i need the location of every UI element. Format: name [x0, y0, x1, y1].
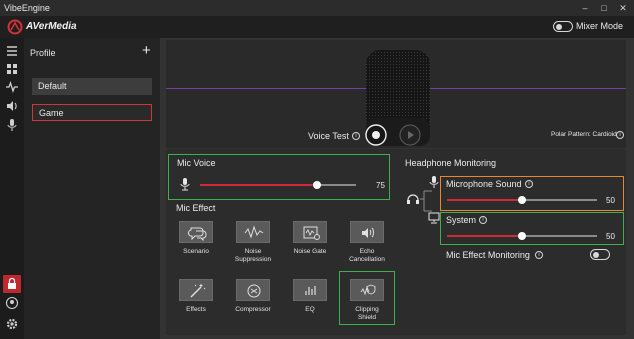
- effect-noise-gate[interactable]: Noise Gate: [280, 221, 340, 256]
- polar-pattern-info-icon[interactable]: i: [616, 131, 624, 139]
- system-info-icon[interactable]: i: [479, 216, 487, 224]
- compressor-icon: [247, 284, 261, 298]
- mic-voice-slider[interactable]: [200, 181, 356, 189]
- speaker-icon[interactable]: [3, 97, 21, 115]
- headphones-icon: [407, 194, 419, 204]
- microphone-sound-info-icon[interactable]: i: [525, 180, 533, 188]
- headphone-monitoring-label: Headphone Monitoring: [405, 158, 497, 168]
- profile-panel: Profile + Default Game: [24, 38, 160, 339]
- system-slider[interactable]: [447, 232, 597, 240]
- voice-test-info-icon[interactable]: i: [352, 132, 360, 140]
- mic-preview: Voice Test i Polar Pattern: Cardioid i: [166, 40, 626, 148]
- maximize-button[interactable]: □: [597, 1, 611, 15]
- mic-effect-monitoring-toggle[interactable]: [590, 249, 610, 260]
- effect-clipping-shield[interactable]: Clipping Shield: [337, 279, 397, 322]
- effect-scenario-label: Scenario: [183, 248, 209, 255]
- mic-small-icon: [429, 176, 439, 188]
- add-profile-button[interactable]: +: [142, 42, 151, 59]
- profile-item-default[interactable]: Default: [32, 78, 152, 95]
- dashboard-icon[interactable]: [3, 60, 21, 78]
- title-bar: VibeEngine – □ ✕: [0, 0, 634, 16]
- effect-compressor-label: Compressor: [235, 306, 271, 313]
- profile-item-game[interactable]: Game: [32, 104, 152, 121]
- effect-clipping-shield-label: Clipping Shield: [355, 306, 379, 321]
- gear-icon[interactable]: [3, 315, 21, 333]
- controls-panel: Mic Voice 75 Mic Effect Scenario Noise S…: [166, 149, 626, 335]
- effect-eq[interactable]: EQ: [280, 279, 340, 314]
- brand-bar: AVerMedia: [0, 16, 634, 38]
- scenario-icon: [187, 227, 207, 242]
- effect-noise-suppression-label: Noise Suppression: [234, 248, 272, 263]
- avermedia-logo-icon: [7, 19, 23, 35]
- mic-effect-monitoring-label: Mic Effect Monitoring: [446, 250, 530, 260]
- echo-cancellation-icon: [362, 227, 374, 238]
- effect-echo-cancellation-label: Echo Cancellation: [349, 248, 385, 263]
- mic-effect-monitoring-info-icon[interactable]: i: [535, 251, 543, 259]
- microphone-sound-value: 50: [606, 196, 615, 205]
- account-icon[interactable]: [3, 294, 21, 312]
- mic-voice-value: 75: [376, 181, 385, 190]
- effect-echo-cancellation[interactable]: Echo Cancellation: [337, 221, 397, 264]
- mic-settings-icon[interactable]: [3, 116, 21, 134]
- microphone-sound-slider[interactable]: [447, 196, 597, 204]
- mixer-mode-label: Mixer Mode: [576, 21, 624, 31]
- mic-effect-label: Mic Effect: [176, 203, 216, 213]
- record-button[interactable]: [365, 124, 387, 146]
- effect-effects[interactable]: Effects: [166, 279, 226, 314]
- waveform-icon[interactable]: [3, 78, 21, 96]
- nav-rail: [0, 38, 24, 339]
- effect-noise-suppression[interactable]: Noise Suppression: [223, 221, 283, 264]
- magic-wand-icon: [190, 284, 206, 298]
- effect-compressor[interactable]: Compressor: [223, 279, 283, 314]
- routing-bracket-icon: [420, 190, 432, 212]
- system-value: 50: [606, 232, 615, 241]
- noise-gate-icon: [303, 226, 320, 240]
- monitor-icon: [428, 212, 440, 224]
- lock-icon[interactable]: [3, 275, 21, 293]
- mic-voice-label: Mic Voice: [177, 158, 216, 168]
- window-title: VibeEngine: [4, 3, 50, 13]
- effect-eq-label: EQ: [305, 306, 315, 313]
- play-button[interactable]: [399, 124, 421, 146]
- mixer-mode-toggle[interactable]: [553, 21, 573, 32]
- microphone-sound-label: Microphone Sound: [446, 179, 522, 189]
- system-label: System: [446, 215, 477, 225]
- voice-test-label: Voice Test: [308, 131, 349, 141]
- mic-icon: [180, 178, 190, 191]
- minimize-button[interactable]: –: [578, 1, 592, 15]
- profile-title: Profile: [30, 48, 56, 58]
- noise-suppression-icon: [244, 225, 264, 239]
- menu-icon[interactable]: [3, 42, 21, 60]
- effect-scenario[interactable]: Scenario: [166, 221, 226, 256]
- brand-name: AVerMedia: [26, 21, 77, 32]
- eq-icon: [305, 286, 316, 295]
- effect-noise-gate-label: Noise Gate: [293, 248, 327, 255]
- close-button[interactable]: ✕: [616, 1, 630, 15]
- clipping-shield-icon: [360, 284, 376, 296]
- main-panel: Voice Test i Polar Pattern: Cardioid i M…: [160, 38, 634, 339]
- effect-effects-label: Effects: [186, 306, 206, 313]
- polar-pattern-label: Polar Pattern: Cardioid: [551, 131, 617, 138]
